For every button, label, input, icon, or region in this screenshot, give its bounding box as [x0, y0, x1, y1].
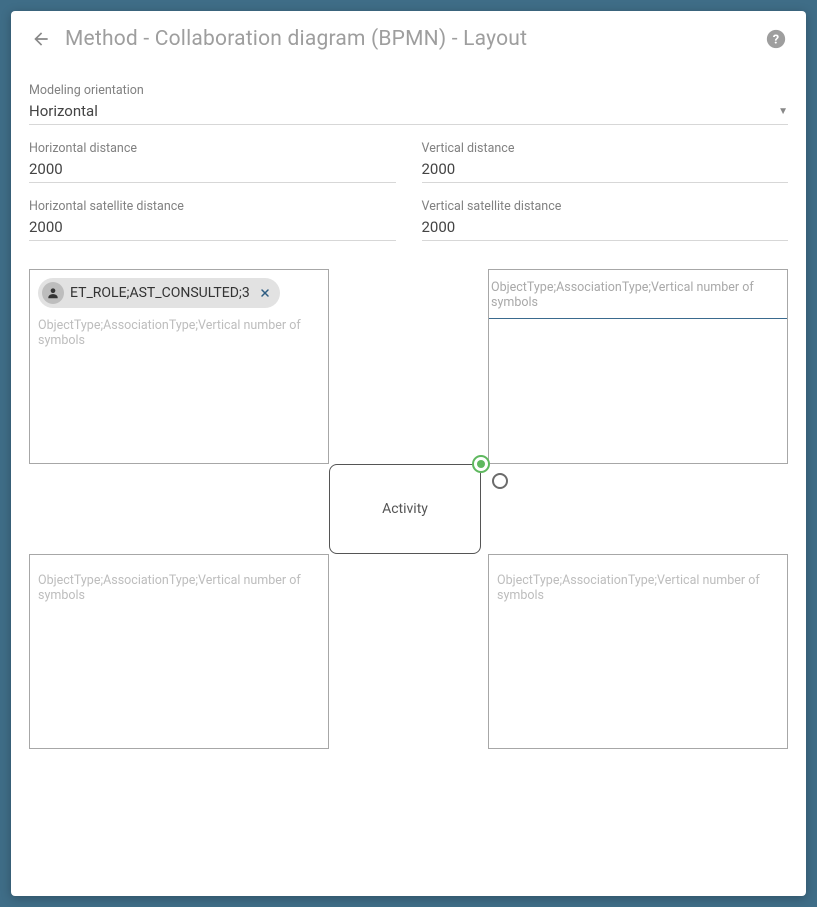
orientation-select[interactable]: Horizontal ▼: [29, 100, 788, 125]
vsat-label: Vertical satellite distance: [422, 199, 789, 214]
activity-node[interactable]: Activity: [329, 464, 481, 554]
quadrant-placeholder[interactable]: ObjectType;AssociationType;Vertical numb…: [489, 270, 787, 319]
marker-open-circle-icon[interactable]: [492, 473, 508, 489]
vsat-input[interactable]: 2000: [422, 216, 789, 241]
marker-filled-circle-icon[interactable]: [472, 455, 490, 473]
page-title: Method - Collaboration diagram (BPMN) - …: [65, 27, 764, 51]
horizontal-satellite-distance-field[interactable]: Horizontal satellite distance 2000: [29, 183, 396, 241]
quadrant-placeholder: ObjectType;AssociationType;Vertical numb…: [38, 573, 320, 603]
satellite-layout-grid: ET_ROLE;AST_CONSULTED;3 ObjectType;Assoc…: [29, 269, 788, 749]
dropdown-caret-icon: ▼: [778, 106, 788, 117]
vdist-value: 2000: [422, 160, 456, 178]
horizontal-distance-field[interactable]: Horizontal distance 2000: [29, 125, 396, 183]
chip-label: ET_ROLE;AST_CONSULTED;3: [70, 285, 250, 301]
hdist-value: 2000: [29, 160, 63, 178]
person-icon: [42, 282, 64, 304]
back-arrow-icon[interactable]: [29, 27, 53, 51]
quadrant-top-right[interactable]: ObjectType;AssociationType;Vertical numb…: [488, 269, 788, 464]
orientation-label: Modeling orientation: [29, 83, 788, 98]
quadrant-bottom-right[interactable]: ObjectType;AssociationType;Vertical numb…: [488, 554, 788, 749]
vsat-value: 2000: [422, 218, 456, 236]
quadrant-top-left[interactable]: ET_ROLE;AST_CONSULTED;3 ObjectType;Assoc…: [29, 269, 329, 464]
role-chip[interactable]: ET_ROLE;AST_CONSULTED;3: [38, 278, 280, 308]
hdist-label: Horizontal distance: [29, 141, 396, 156]
hsat-label: Horizontal satellite distance: [29, 199, 396, 214]
vdist-input[interactable]: 2000: [422, 158, 789, 183]
header-bar: Method - Collaboration diagram (BPMN) - …: [11, 11, 806, 67]
svg-text:?: ?: [773, 33, 779, 48]
orientation-value: Horizontal: [29, 102, 98, 120]
orientation-field[interactable]: Modeling orientation Horizontal ▼: [29, 67, 788, 125]
vertical-distance-field[interactable]: Vertical distance 2000: [422, 125, 789, 183]
content-area: Modeling orientation Horizontal ▼ Horizo…: [11, 67, 806, 767]
vdist-label: Vertical distance: [422, 141, 789, 156]
hdist-input[interactable]: 2000: [29, 158, 396, 183]
quadrant-placeholder: ObjectType;AssociationType;Vertical numb…: [38, 318, 320, 348]
hsat-value: 2000: [29, 218, 63, 236]
layout-editor-window: Method - Collaboration diagram (BPMN) - …: [11, 11, 806, 896]
vertical-satellite-distance-field[interactable]: Vertical satellite distance 2000: [422, 183, 789, 241]
quadrant-placeholder: ObjectType;AssociationType;Vertical numb…: [497, 573, 779, 603]
chip-remove-icon[interactable]: [256, 284, 274, 302]
hsat-input[interactable]: 2000: [29, 216, 396, 241]
quadrant-bottom-left[interactable]: ObjectType;AssociationType;Vertical numb…: [29, 554, 329, 749]
activity-label: Activity: [382, 501, 428, 517]
help-icon[interactable]: ?: [764, 27, 788, 51]
